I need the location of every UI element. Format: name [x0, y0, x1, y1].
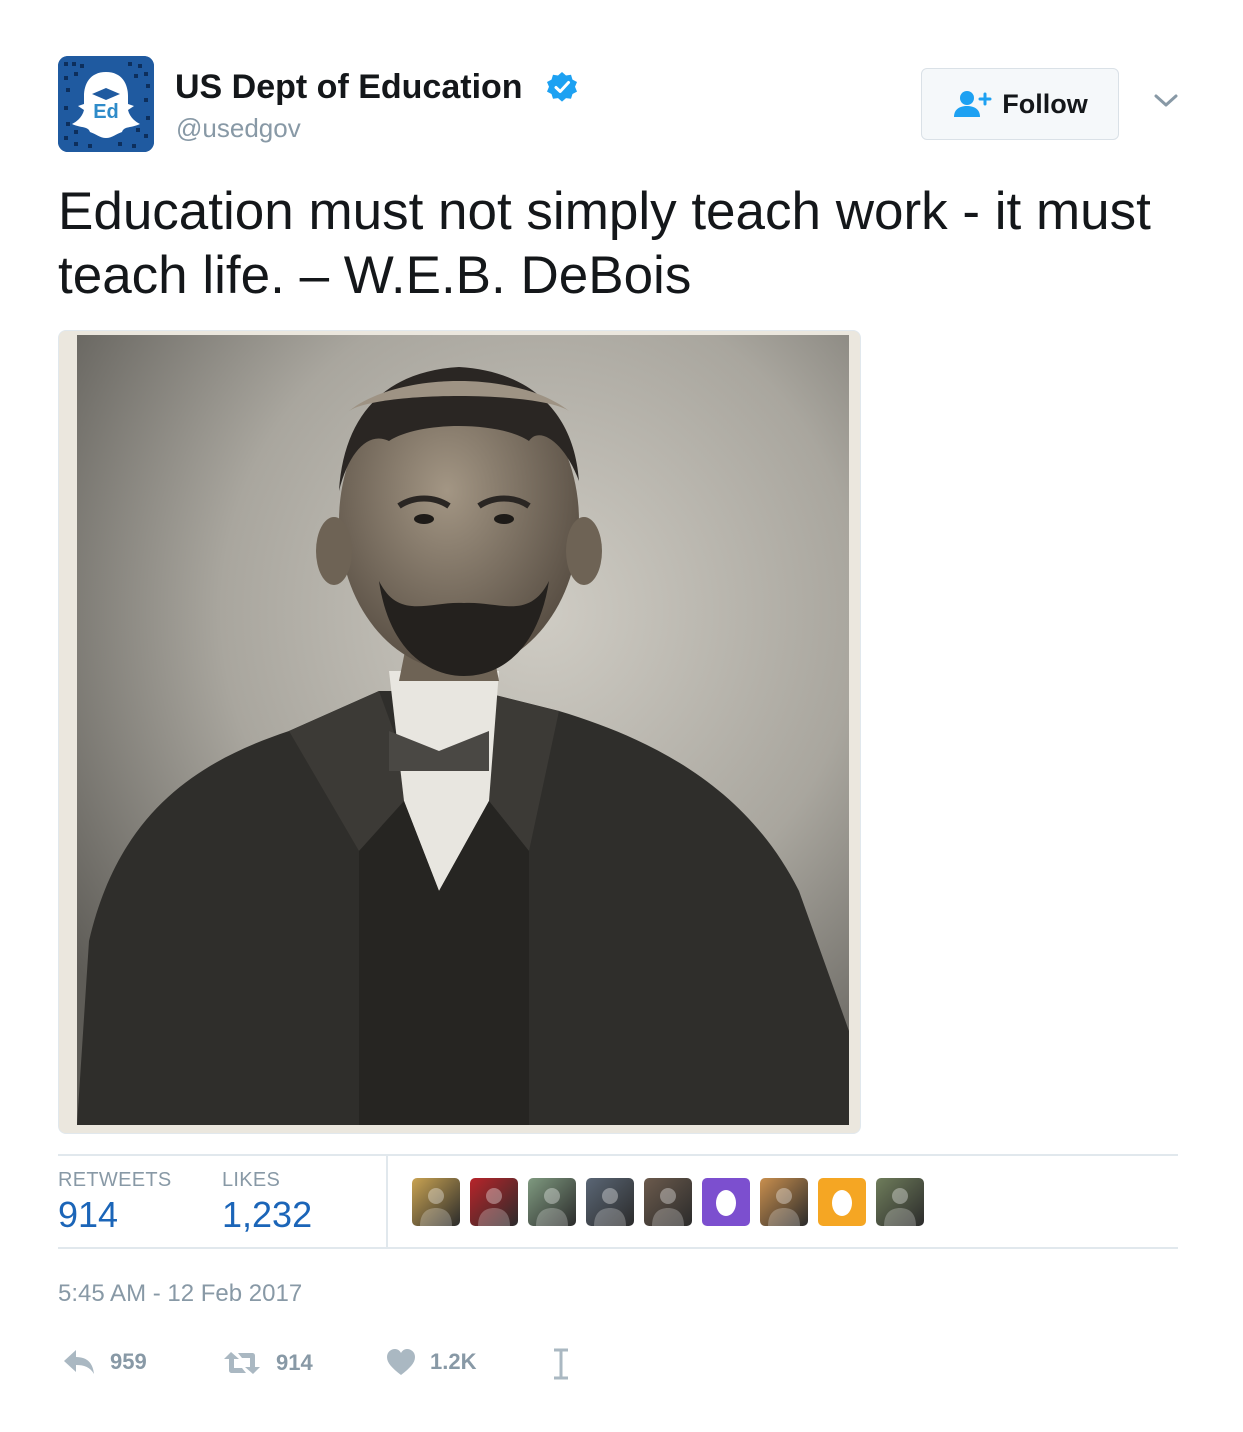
user-photo-icon — [652, 1188, 684, 1226]
user-photo-icon — [884, 1188, 916, 1226]
likers-avatars — [412, 1178, 924, 1226]
liker-avatar[interactable] — [470, 1178, 518, 1226]
heart-icon — [387, 1349, 415, 1375]
liker-avatar[interactable] — [818, 1178, 866, 1226]
liker-avatar[interactable] — [876, 1178, 924, 1226]
verified-badge-icon — [547, 72, 577, 102]
user-photo-icon — [478, 1188, 510, 1226]
user-photo-icon — [594, 1188, 626, 1226]
retweet-button[interactable]: 914 — [222, 1348, 313, 1378]
snapcode-logo-icon: Ed — [58, 56, 154, 152]
likes-label: LIKES — [222, 1169, 281, 1191]
chevron-down-icon[interactable] — [1152, 88, 1180, 112]
liker-avatar[interactable] — [586, 1178, 634, 1226]
reply-count: 959 — [110, 1349, 147, 1374]
like-count: 1.2K — [430, 1349, 477, 1374]
stats-divider-bottom — [58, 1247, 1178, 1249]
tweet-card: Ed US Dept of Education @usedgov Follow … — [0, 0, 1243, 1432]
likes-count[interactable]: 1,232 — [222, 1194, 312, 1236]
account-avatar[interactable]: Ed — [58, 56, 154, 152]
reply-button[interactable]: 959 — [62, 1348, 147, 1376]
egg-avatar-icon — [832, 1190, 852, 1216]
retweet-count: 914 — [276, 1350, 313, 1375]
tweet-text: Education must not simply teach work - i… — [58, 182, 1151, 305]
text-cursor-icon — [554, 1348, 568, 1380]
text-cursor-indicator — [552, 1348, 570, 1380]
liker-avatar[interactable] — [644, 1178, 692, 1226]
follow-button[interactable]: Follow — [921, 68, 1119, 140]
account-handle[interactable]: @usedgov — [176, 113, 301, 144]
user-photo-icon — [768, 1188, 800, 1226]
user-photo-icon — [420, 1188, 452, 1226]
stats-vertical-divider — [386, 1156, 388, 1248]
retweet-icon — [224, 1352, 260, 1374]
user-photo-icon — [536, 1188, 568, 1226]
liker-avatar[interactable] — [412, 1178, 460, 1226]
liker-avatar[interactable] — [528, 1178, 576, 1226]
liker-avatar[interactable] — [760, 1178, 808, 1226]
follow-button-label: Follow — [1002, 88, 1088, 119]
tweet-timestamp[interactable]: 5:45 AM - 12 Feb 2017 — [58, 1280, 302, 1308]
egg-avatar-icon — [716, 1190, 736, 1216]
retweets-count[interactable]: 914 — [58, 1194, 118, 1236]
display-name[interactable]: US Dept of Education — [175, 68, 523, 107]
avatar-logo-text: Ed — [93, 101, 119, 123]
reply-icon — [64, 1350, 94, 1374]
retweets-label: RETWEETS — [58, 1169, 172, 1191]
stats-divider-top — [58, 1154, 1178, 1156]
tweet-photo[interactable] — [58, 330, 861, 1134]
like-button[interactable]: 1.2K — [386, 1348, 476, 1376]
add-user-icon — [954, 91, 992, 117]
portrait-photo — [59, 331, 860, 1133]
liker-avatar[interactable] — [702, 1178, 750, 1226]
